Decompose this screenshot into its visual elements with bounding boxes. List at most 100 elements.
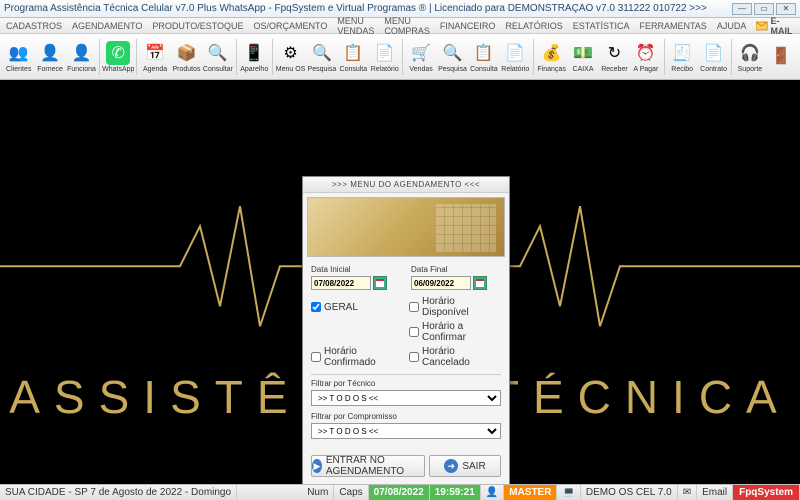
minimize-button[interactable]: — [732, 3, 752, 15]
window-title: Programa Assistência Técnica Celular v7.… [4, 3, 732, 14]
menu-email[interactable]: E-MAIL [756, 16, 795, 36]
consulta-os-button[interactable]: 📋Consulta [338, 36, 369, 78]
toolbar-label: Menu OS [276, 66, 306, 73]
menu-financeiro[interactable]: FINANCEIRO [440, 21, 496, 31]
date-initial-calendar-button[interactable] [373, 276, 387, 290]
toolbar-label: Receber [601, 66, 627, 73]
agenda-button[interactable]: 📅Agenda [139, 36, 170, 78]
agenda-icon: 📅 [143, 41, 167, 65]
financas-button[interactable]: 💰Finanças [536, 36, 567, 78]
workspace: ASSISTÊNCIA TÉCNICA >>> MENU DO AGENDAME… [0, 80, 800, 484]
pesquisa-vendas-icon: 🔍 [440, 41, 464, 65]
funciona-button[interactable]: 👤Funciona [66, 36, 97, 78]
whatsapp-button[interactable]: ✆WhatsApp [102, 36, 134, 78]
menu-ajuda[interactable]: AJUDA [717, 21, 747, 31]
receber-icon: ↻ [602, 41, 626, 65]
window-controls: — ▭ ✕ [732, 3, 796, 15]
menu-os-icon: ⚙ [279, 41, 303, 65]
toolbar-label: Relatório [501, 66, 529, 73]
check-geral[interactable]: GERAL [311, 296, 403, 318]
fornece-button[interactable]: 👤Fornece [34, 36, 65, 78]
agendamento-dialog: >>> MENU DO AGENDAMENTO <<< Data Inicial… [302, 176, 510, 484]
menu-estatistica[interactable]: ESTATÍSTICA [573, 21, 630, 31]
check-confirmado[interactable]: Horário Confirmado [311, 346, 403, 368]
relatorio-os-icon: 📄 [373, 41, 397, 65]
menu-bar: CADASTROS AGENDAMENTO PRODUTO/ESTOQUE OS… [0, 18, 800, 34]
aparelho-button[interactable]: 📱Aparelho [239, 36, 270, 78]
menu-produto-estoque[interactable]: PRODUTO/ESTOQUE [152, 21, 243, 31]
recibo-button[interactable]: 🧾Recibo [666, 36, 697, 78]
close-button[interactable]: ✕ [776, 3, 796, 15]
pesquisa-vendas-button[interactable]: 🔍Pesquisa [437, 36, 468, 78]
status-user-icon: 👤 [481, 485, 504, 500]
filter-compromisso-select[interactable]: >> T O D O S << [311, 423, 501, 439]
toolbar-label: Contrato [700, 66, 727, 73]
menu-vendas[interactable]: MENU VENDAS [337, 16, 374, 36]
menu-os-orcamento[interactable]: OS/ORÇAMENTO [254, 21, 328, 31]
consulta-os-icon: 📋 [341, 41, 365, 65]
aparelho-icon: 📱 [242, 41, 266, 65]
toolbar-label: Produtos [172, 66, 200, 73]
check-confirmar[interactable]: Horário a Confirmar [409, 321, 501, 343]
status-email: Email [697, 485, 733, 500]
sair-button[interactable]: 🚪 [766, 36, 797, 78]
vendas-icon: 🛒 [409, 41, 433, 65]
consulta-vendas-button[interactable]: 📋Consulta [468, 36, 499, 78]
clientes-button[interactable]: 👥Clientes [3, 36, 34, 78]
toolbar-label: Recibo [671, 66, 693, 73]
toolbar-label: CAIXA [573, 66, 594, 73]
menu-compras[interactable]: MENU COMPRAS [384, 16, 430, 36]
menu-os-button[interactable]: ⚙Menu OS [275, 36, 306, 78]
check-disponivel[interactable]: Horário Disponível [409, 296, 501, 318]
menu-cadastros[interactable]: CADASTROS [6, 21, 62, 31]
date-final-label: Data Final [411, 265, 501, 274]
filter-tecnico-select[interactable]: >> T O D O S << [311, 390, 501, 406]
receber-button[interactable]: ↻Receber [599, 36, 630, 78]
toolbar-label: Finanças [537, 66, 565, 73]
status-brand: FpqSystem [733, 485, 800, 500]
dialog-header-image [307, 197, 505, 257]
date-initial-label: Data Inicial [311, 265, 401, 274]
vendas-button[interactable]: 🛒Vendas [405, 36, 436, 78]
pesquisa-os-button[interactable]: 🔍Pesquisa [306, 36, 337, 78]
caixa-button[interactable]: 💵CAIXA [567, 36, 598, 78]
suporte-button[interactable]: 🎧Suporte [734, 36, 765, 78]
date-final-input[interactable] [411, 276, 471, 290]
relatorio-os-button[interactable]: 📄Relatório [369, 36, 400, 78]
consultar-produtos-icon: 🔍 [206, 41, 230, 65]
toolbar-label: Clientes [6, 66, 31, 73]
date-initial-input[interactable] [311, 276, 371, 290]
toolbar-label: A Pagar [633, 66, 658, 73]
exit-arrow-icon: ➜ [444, 459, 458, 473]
calendar-icon [376, 279, 384, 287]
contrato-button[interactable]: 📄Contrato [698, 36, 729, 78]
menu-relatorios[interactable]: RELATÓRIOS [505, 21, 562, 31]
toolbar-label: Consulta [340, 66, 368, 73]
status-pc-icon: 💻 [557, 485, 580, 500]
calendar-icon [476, 279, 484, 287]
entrar-agendamento-button[interactable]: ▶ ENTRAR NO AGENDAMENTO [311, 455, 425, 477]
caixa-icon: 💵 [571, 41, 595, 65]
check-cancelado[interactable]: Horário Cancelado [409, 346, 501, 368]
status-location: SUA CIDADE - SP 7 de Agosto de 2022 - Do… [0, 485, 237, 500]
sair-dialog-button[interactable]: ➜ SAIR [429, 455, 501, 477]
apagar-button[interactable]: ⏰A Pagar [630, 36, 661, 78]
produtos-button[interactable]: 📦Produtos [171, 36, 202, 78]
status-bar: SUA CIDADE - SP 7 de Agosto de 2022 - Do… [0, 484, 800, 500]
toolbar-label: WhatsApp [102, 66, 134, 73]
maximize-button[interactable]: ▭ [754, 3, 774, 15]
toolbar-label: Fornece [37, 66, 63, 73]
consulta-vendas-icon: 📋 [472, 41, 496, 65]
produtos-icon: 📦 [174, 41, 198, 65]
status-time: 19:59:21 [430, 485, 481, 500]
date-final-calendar-button[interactable] [473, 276, 487, 290]
envelope-icon [756, 21, 767, 31]
menu-agendamento[interactable]: AGENDAMENTO [72, 21, 142, 31]
consultar-produtos-button[interactable]: 🔍Consultar [202, 36, 233, 78]
fornece-icon: 👤 [38, 41, 62, 65]
relatorio-vendas-button[interactable]: 📄Relatório [500, 36, 531, 78]
toolbar-label: Agenda [143, 66, 167, 73]
dialog-title: >>> MENU DO AGENDAMENTO <<< [303, 177, 509, 193]
funciona-icon: 👤 [70, 41, 94, 65]
menu-ferramentas[interactable]: FERRAMENTAS [639, 21, 706, 31]
